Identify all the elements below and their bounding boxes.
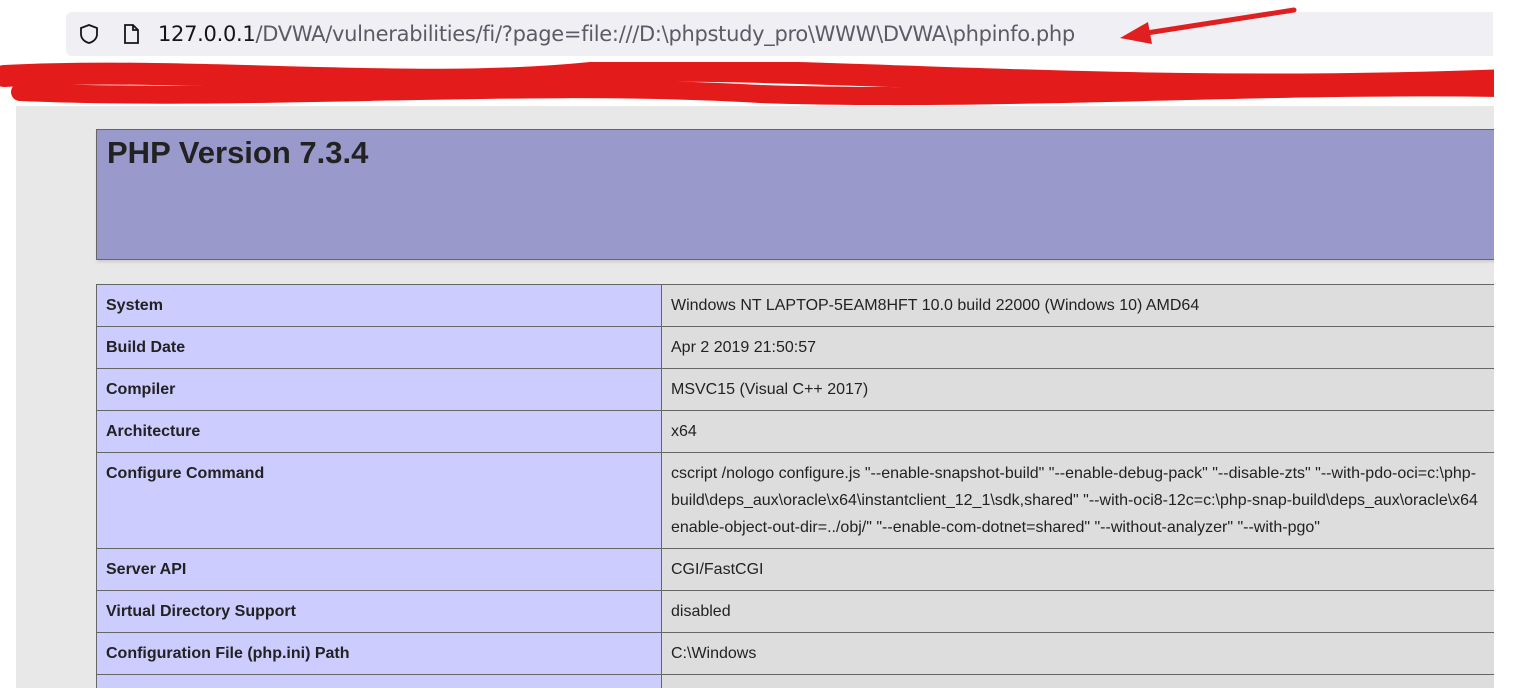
url-path: /DVWA/vulnerabilities/fi/?page=file:///D… (255, 22, 1076, 46)
row-value: C:\Windows (661, 632, 1494, 675)
table-row: Server API CGI/FastCGI (96, 548, 1494, 591)
row-label: Configure Command (96, 452, 662, 549)
table-row: Virtual Directory Support disabled (96, 590, 1494, 633)
page-content: PHP Version 7.3.4 System Windows NT LAPT… (16, 106, 1494, 688)
shield-icon[interactable] (78, 23, 100, 45)
row-value: x64 (661, 410, 1494, 453)
url-text[interactable]: 127.0.0.1/DVWA/vulnerabilities/fi/?page=… (158, 21, 1075, 47)
row-label: Virtual Directory Support (96, 590, 662, 633)
row-label: Compiler (96, 368, 662, 411)
table-row (96, 674, 1494, 688)
page-icon[interactable] (120, 23, 142, 45)
row-value (661, 674, 1494, 688)
row-value: Windows NT LAPTOP-5EAM8HFT 10.0 build 22… (661, 284, 1494, 327)
row-value: MSVC15 (Visual C++ 2017) (661, 368, 1494, 411)
row-label: System (96, 284, 662, 327)
browser-toolbar: 127.0.0.1/DVWA/vulnerabilities/fi/?page=… (0, 0, 1513, 68)
row-value: disabled (661, 590, 1494, 633)
table-row: Compiler MSVC15 (Visual C++ 2017) (96, 368, 1494, 411)
row-value-configure-command: cscript /nologo configure.js "--enable-s… (661, 452, 1494, 549)
page-title: PHP Version 7.3.4 (107, 135, 369, 170)
configure-line: enable-object-out-dir=../obj/" "--enable… (671, 519, 1320, 536)
annotation-arrow-icon (1120, 7, 1297, 44)
table-row: Configure Command cscript /nologo config… (96, 452, 1494, 549)
table-row: Build Date Apr 2 2019 21:50:57 (96, 326, 1494, 369)
row-label: Architecture (96, 410, 662, 453)
row-label (96, 674, 662, 688)
configure-line: build\deps_aux\oracle\x64\instantclient_… (671, 492, 1478, 509)
window-edge (1494, 0, 1513, 688)
row-label: Server API (96, 548, 662, 591)
configure-line: cscript /nologo configure.js "--enable-s… (671, 465, 1477, 482)
table-row: System Windows NT LAPTOP-5EAM8HFT 10.0 b… (96, 284, 1494, 327)
table-row: Configuration File (php.ini) Path C:\Win… (96, 632, 1494, 675)
row-label: Build Date (96, 326, 662, 369)
row-label: Configuration File (php.ini) Path (96, 632, 662, 675)
row-value: Apr 2 2019 21:50:57 (661, 326, 1494, 369)
php-version-header: PHP Version 7.3.4 (96, 129, 1494, 260)
row-value: CGI/FastCGI (661, 548, 1494, 591)
url-host: 127.0.0.1 (158, 22, 256, 46)
redaction-scribble (0, 62, 1513, 106)
table-row: Architecture x64 (96, 410, 1494, 453)
phpinfo-table: System Windows NT LAPTOP-5EAM8HFT 10.0 b… (96, 284, 1494, 688)
